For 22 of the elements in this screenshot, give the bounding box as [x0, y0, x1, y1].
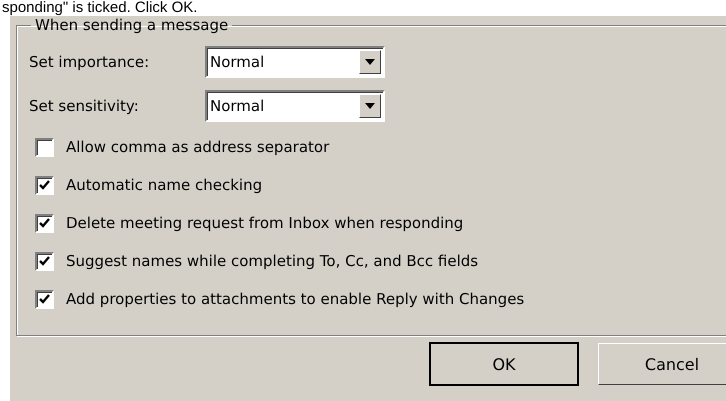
group-title: When sending a message: [34, 16, 230, 34]
checkbox-label[interactable]: Automatic name checking: [66, 176, 262, 194]
checkbox[interactable]: [35, 290, 54, 308]
cancel-button[interactable]: Cancel: [598, 343, 726, 385]
instruction-text: sponding" is ticked. Click OK.: [1, 0, 198, 16]
dropdown-label: Set sensitivity:: [29, 97, 140, 115]
ok-button[interactable]: OK: [430, 343, 578, 385]
checkbox-label[interactable]: Add properties to attachments to enable Reply with Changes: [66, 290, 524, 308]
dropdown[interactable]: Normal: [205, 46, 385, 78]
checkbox[interactable]: [35, 176, 54, 194]
dropdown-label: Set importance:: [29, 53, 150, 71]
checkbox-label[interactable]: Suggest names while completing To, Cc, and Bcc fields: [66, 252, 478, 270]
checkbox[interactable]: [35, 252, 54, 270]
checkbox-label[interactable]: Delete meeting request from Inbox when responding: [66, 214, 464, 232]
dropdown[interactable]: Normal: [205, 90, 385, 122]
check-icon: [38, 292, 51, 306]
checkbox[interactable]: [35, 138, 54, 156]
checkbox[interactable]: [35, 214, 54, 232]
check-icon: [38, 254, 51, 268]
checkbox-label[interactable]: Allow comma as address separator: [66, 138, 330, 156]
check-icon: [38, 216, 51, 230]
check-icon: [38, 178, 51, 192]
